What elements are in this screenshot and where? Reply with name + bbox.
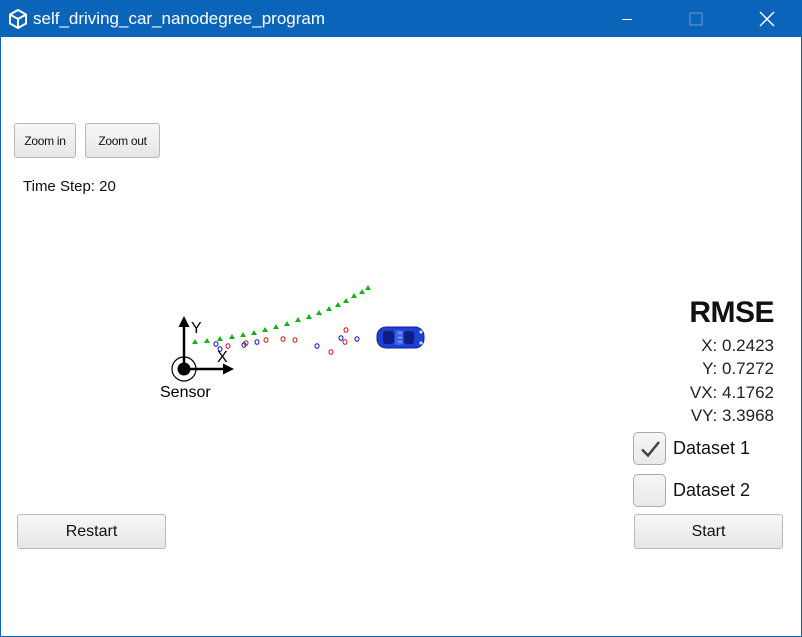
dataset-2-checkbox[interactable] xyxy=(633,474,666,507)
estimate-marker xyxy=(240,332,246,337)
estimate-marker xyxy=(217,336,223,341)
radar-marker xyxy=(354,336,360,342)
estimate-marker xyxy=(192,339,198,344)
lidar-marker xyxy=(225,343,231,349)
start-button[interactable]: Start xyxy=(634,514,783,549)
dataset-1-label[interactable]: Dataset 1 xyxy=(673,438,750,459)
y-axis-arrow xyxy=(178,316,190,369)
estimate-markers xyxy=(192,285,371,344)
sensor-label: Sensor xyxy=(160,384,211,401)
x-axis-label: X xyxy=(217,349,228,366)
radar-markers xyxy=(213,335,360,352)
lidar-markers xyxy=(225,327,349,355)
estimate-marker xyxy=(229,334,235,339)
estimate-marker xyxy=(326,306,332,311)
car-icon xyxy=(376,326,425,349)
estimate-marker xyxy=(316,310,322,315)
rmse-title: RMSE xyxy=(689,296,774,329)
restart-button[interactable]: Restart xyxy=(17,514,166,549)
estimate-marker xyxy=(343,298,349,303)
estimate-marker xyxy=(351,293,357,298)
rmse-y-value: Y: 0.7272 xyxy=(702,359,774,378)
radar-marker xyxy=(314,343,320,349)
rmse-x-value: X: 0.2423 xyxy=(701,336,774,355)
estimate-marker xyxy=(306,314,312,319)
dataset-1-checkbox[interactable] xyxy=(633,432,666,465)
estimate-marker xyxy=(295,317,301,322)
estimate-marker xyxy=(204,338,210,343)
radar-marker xyxy=(254,339,260,345)
estimate-marker xyxy=(359,289,365,294)
estimate-marker xyxy=(335,302,341,307)
lidar-marker xyxy=(263,337,269,343)
y-axis-label: Y xyxy=(191,320,202,337)
rmse-vy-value: VY: 3.3968 xyxy=(690,406,774,425)
estimate-marker xyxy=(365,285,371,290)
lidar-marker xyxy=(292,337,298,343)
dataset-2-label[interactable]: Dataset 2 xyxy=(673,480,750,501)
lidar-marker xyxy=(328,349,334,355)
radar-marker xyxy=(338,335,344,341)
estimate-marker xyxy=(284,321,290,326)
lidar-marker xyxy=(280,336,286,342)
rmse-vx-value: VX: 4.1762 xyxy=(689,383,774,402)
lidar-marker xyxy=(343,327,349,333)
lidar-marker xyxy=(342,339,348,345)
checkmark-icon xyxy=(640,440,660,457)
estimate-marker xyxy=(251,330,257,335)
estimate-marker xyxy=(262,327,268,332)
estimate-marker xyxy=(273,324,279,329)
radar-marker xyxy=(213,341,219,347)
